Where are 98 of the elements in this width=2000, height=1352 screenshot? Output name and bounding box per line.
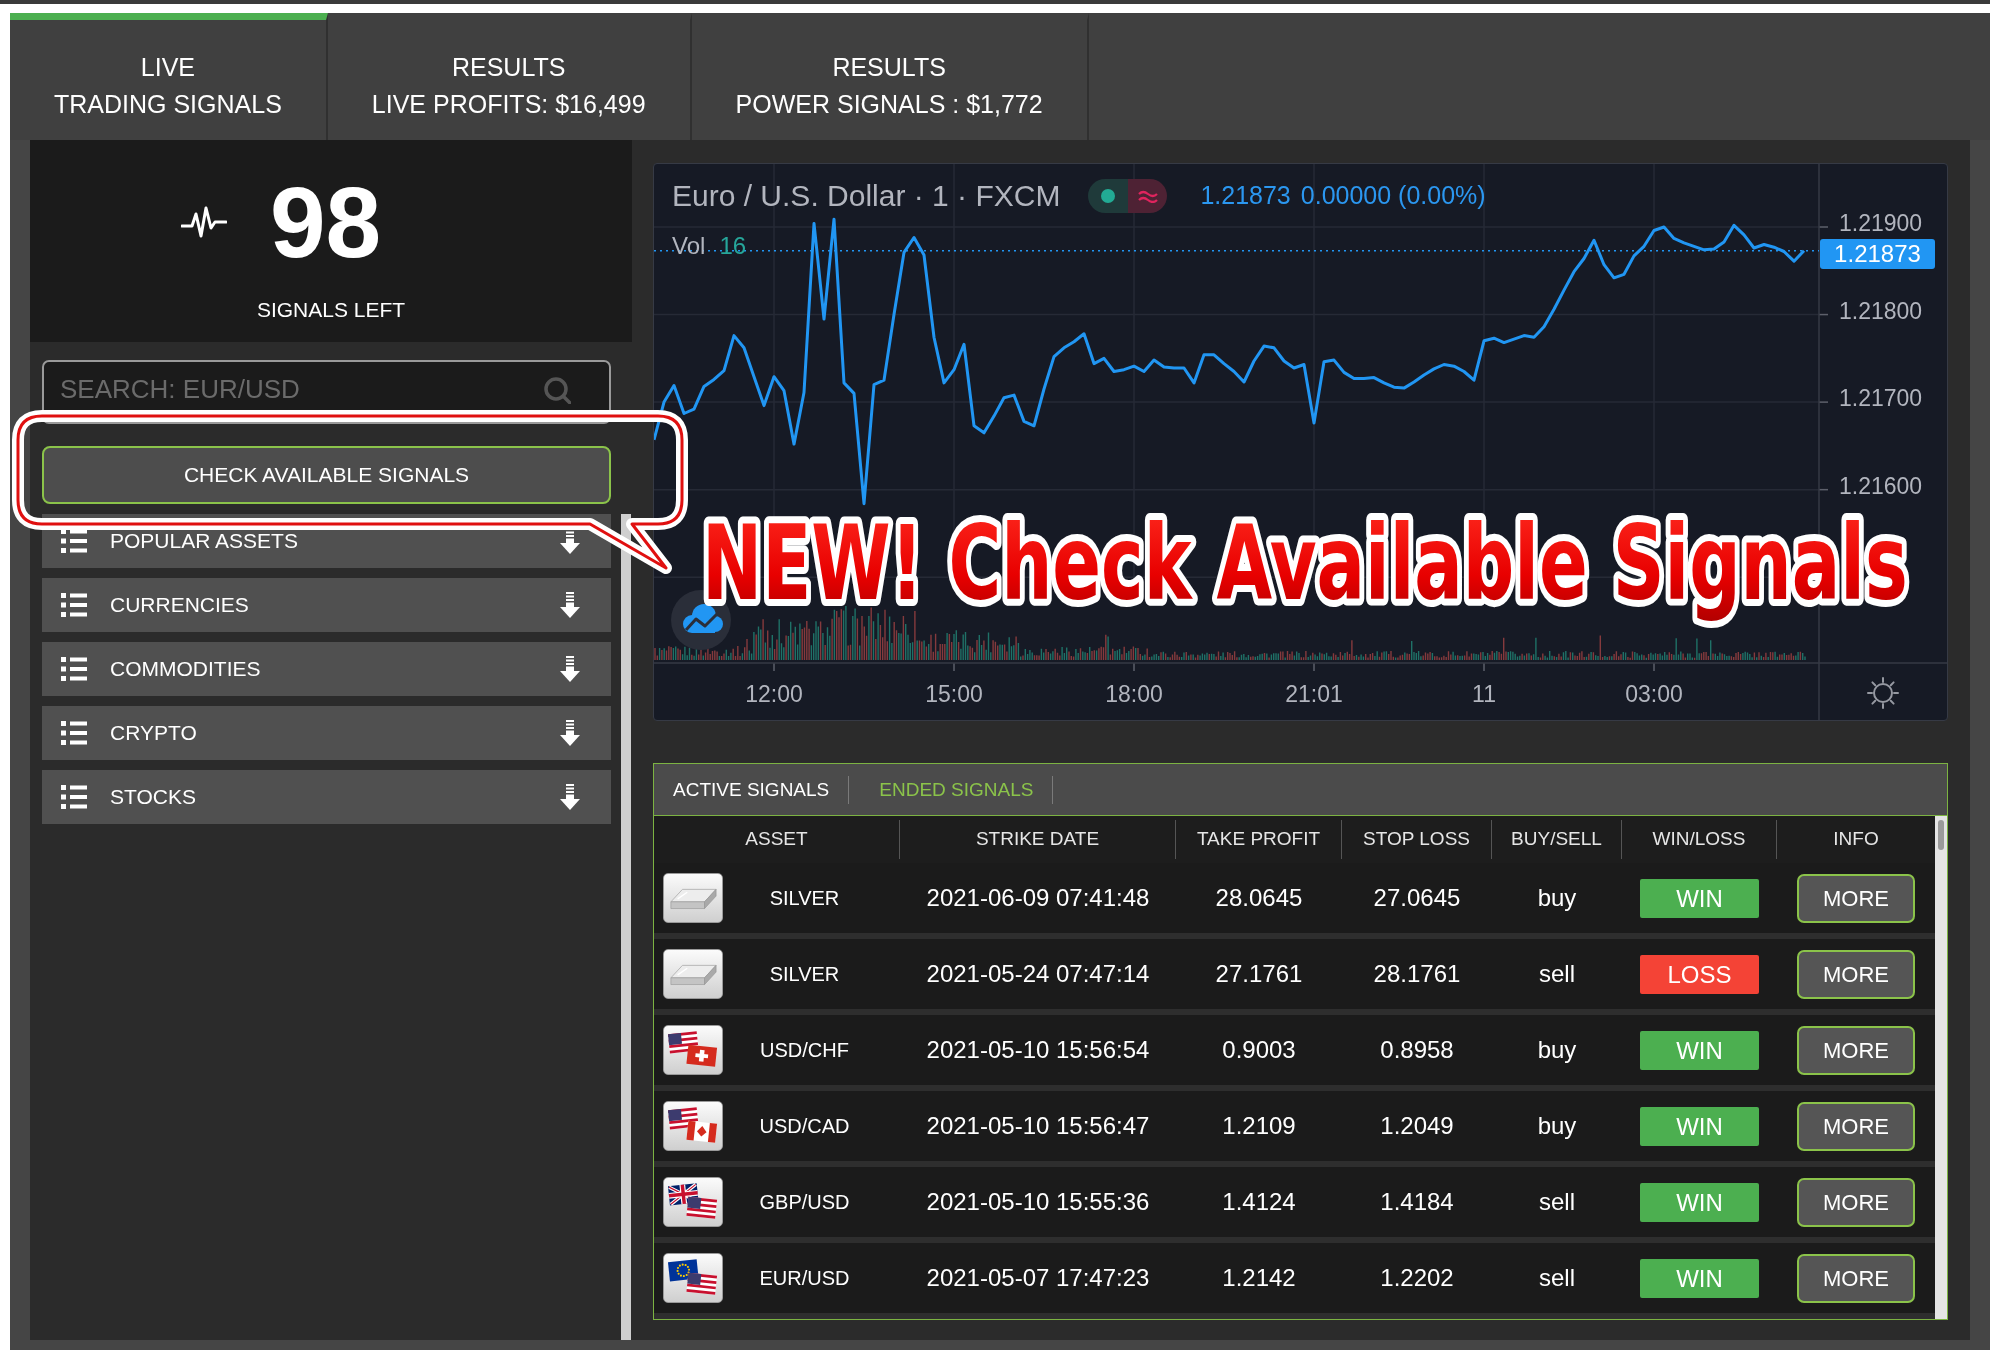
more-button[interactable]: MORE bbox=[1797, 949, 1915, 999]
table-cell-text: SILVER bbox=[769, 962, 840, 987]
table-cell-text: 27.0645 bbox=[1373, 883, 1461, 913]
more-button[interactable]: MORE bbox=[1797, 873, 1915, 923]
more-button[interactable]: MORE bbox=[1797, 1025, 1915, 1075]
asset-group-item[interactable]: CRYPTO bbox=[42, 706, 611, 760]
table-cell-text: 1.4124 bbox=[1222, 1187, 1296, 1217]
column-header: TAKE PROFIT bbox=[1196, 827, 1321, 852]
price-tag: 1.21873 bbox=[1820, 238, 1935, 269]
axis-label: 21:01 bbox=[1285, 681, 1343, 707]
table-cell-text: 1.2109 bbox=[1222, 1111, 1296, 1141]
table-cell-text: buy bbox=[1537, 1111, 1577, 1141]
table-cell-text: 2021-05-10 15:55:36 bbox=[926, 1187, 1150, 1217]
axis-label: 1.21600 bbox=[1839, 472, 1923, 499]
sun-icon[interactable] bbox=[1867, 677, 1899, 709]
asset-group-item[interactable]: STOCKS bbox=[42, 770, 611, 824]
table-cell-text: 28.0645 bbox=[1215, 883, 1303, 913]
table-cell-text: 2021-05-24 07:47:14 bbox=[926, 959, 1150, 989]
more-button[interactable]: MORE bbox=[1797, 1177, 1915, 1227]
result-badge: WIN bbox=[1640, 1182, 1759, 1222]
more-button[interactable]: MORE bbox=[1797, 1253, 1915, 1303]
result-badge: WIN bbox=[1640, 878, 1759, 918]
table-cell-text: 0.9003 bbox=[1222, 1035, 1296, 1065]
result-badge: WIN bbox=[1640, 1258, 1759, 1298]
us-canada-flags-icon bbox=[663, 1101, 723, 1151]
axis-label: 15:00 bbox=[925, 681, 983, 707]
table-cell-text: 0.8958 bbox=[1380, 1035, 1454, 1065]
table-cell-text: sell bbox=[1539, 1187, 1575, 1217]
pulse-icon bbox=[180, 205, 227, 239]
column-header: WIN/LOSS bbox=[1652, 827, 1746, 852]
price-change-text: 0.00000 (0.00%) bbox=[1300, 180, 1486, 212]
table-cell-text: GBP/USD bbox=[759, 1190, 850, 1215]
table-cell-text: 2021-05-07 17:47:23 bbox=[926, 1263, 1150, 1293]
table-cell-text: buy bbox=[1537, 883, 1577, 913]
axis-label: 11 bbox=[1472, 681, 1496, 707]
down-arrow-icon bbox=[560, 656, 580, 682]
axis-label: 18:00 bbox=[1105, 681, 1163, 707]
more-button[interactable]: MORE bbox=[1797, 1101, 1915, 1151]
table-cell-text: sell bbox=[1539, 1263, 1575, 1293]
down-arrow-icon bbox=[560, 784, 580, 810]
price-text: 1.21873 bbox=[1200, 180, 1291, 212]
table-cell-text: buy bbox=[1537, 1035, 1577, 1065]
axis-label: 1.21900 bbox=[1839, 210, 1923, 237]
table-cell-text: 2021-05-10 15:56:54 bbox=[926, 1035, 1150, 1065]
check-signals-button[interactable]: CHECK AVAILABLE SIGNALS bbox=[42, 446, 611, 504]
table-cell-text: 1.2142 bbox=[1222, 1263, 1296, 1293]
list-icon bbox=[61, 721, 87, 745]
table-cell-text: 1.2049 bbox=[1380, 1111, 1454, 1141]
asset-group-item[interactable]: COMMODITIES bbox=[42, 642, 611, 696]
table-cell-text: 2021-06-09 07:41:48 bbox=[926, 883, 1150, 913]
table-cell-text: 1.2202 bbox=[1380, 1263, 1454, 1293]
volume-label: Vol bbox=[672, 231, 706, 261]
volume-value: 16 bbox=[719, 231, 747, 261]
ingot-icon bbox=[663, 949, 723, 999]
result-badge: WIN bbox=[1640, 1030, 1759, 1070]
uk-us-flags-icon bbox=[663, 1177, 723, 1227]
asset-group-item[interactable]: CURRENCIES bbox=[42, 578, 611, 632]
column-header: INFO bbox=[1833, 827, 1879, 852]
result-badge: LOSS bbox=[1640, 954, 1759, 994]
ingot-icon bbox=[663, 873, 723, 923]
table-cell-text: USD/CHF bbox=[760, 1038, 849, 1063]
signals-tab[interactable]: ACTIVE SIGNALS bbox=[673, 775, 830, 804]
table-cell-text: 2021-05-10 15:56:47 bbox=[926, 1111, 1150, 1141]
list-icon bbox=[61, 657, 87, 681]
callout-text: NEW! Check Available Signals bbox=[702, 502, 1908, 624]
axis-label: 1.21700 bbox=[1839, 385, 1923, 412]
table-cell-text: 28.1761 bbox=[1373, 959, 1461, 989]
column-header: ASSET bbox=[745, 827, 808, 852]
down-arrow-icon bbox=[560, 720, 580, 746]
down-arrow-icon bbox=[560, 592, 580, 618]
table-cell-text: SILVER bbox=[769, 886, 840, 911]
scrollbar[interactable] bbox=[621, 514, 631, 1340]
table-cell-text: sell bbox=[1539, 959, 1575, 989]
us-swiss-flags-icon bbox=[663, 1025, 723, 1075]
table-cell-text: USD/CAD bbox=[759, 1114, 850, 1139]
chart-title: Euro / U.S. Dollar · 1 · FXCM bbox=[672, 178, 1061, 214]
table-cell-text: 1.4184 bbox=[1380, 1187, 1454, 1217]
result-badge: WIN bbox=[1640, 1106, 1759, 1146]
signals-left-label: SIGNALS LEFT bbox=[256, 298, 406, 322]
column-header: STOP LOSS bbox=[1363, 827, 1470, 852]
search-icon[interactable] bbox=[543, 376, 571, 404]
axis-label: 12:00 bbox=[745, 681, 803, 707]
table-cell-text: 27.1761 bbox=[1215, 959, 1303, 989]
nav-tab[interactable]: LIVE TRADING SIGNALS bbox=[10, 13, 328, 140]
wave-icon bbox=[1128, 179, 1168, 213]
column-header: STRIKE DATE bbox=[975, 827, 1100, 852]
axis-label: 03:00 bbox=[1625, 681, 1683, 707]
axis-label: 1.21800 bbox=[1839, 297, 1923, 324]
scrollbar[interactable] bbox=[1935, 816, 1947, 1319]
list-icon bbox=[61, 785, 87, 809]
signals-tab[interactable]: ENDED SIGNALS bbox=[879, 775, 1034, 804]
list-icon bbox=[61, 593, 87, 617]
scrollbar-thumb[interactable] bbox=[1938, 820, 1944, 850]
eu-us-flags-icon bbox=[663, 1253, 723, 1303]
table-cell-text: EUR/USD bbox=[759, 1266, 850, 1291]
list-icon bbox=[61, 529, 87, 553]
column-header: BUY/SELL bbox=[1511, 827, 1602, 852]
signals-count: 98 bbox=[269, 172, 382, 272]
